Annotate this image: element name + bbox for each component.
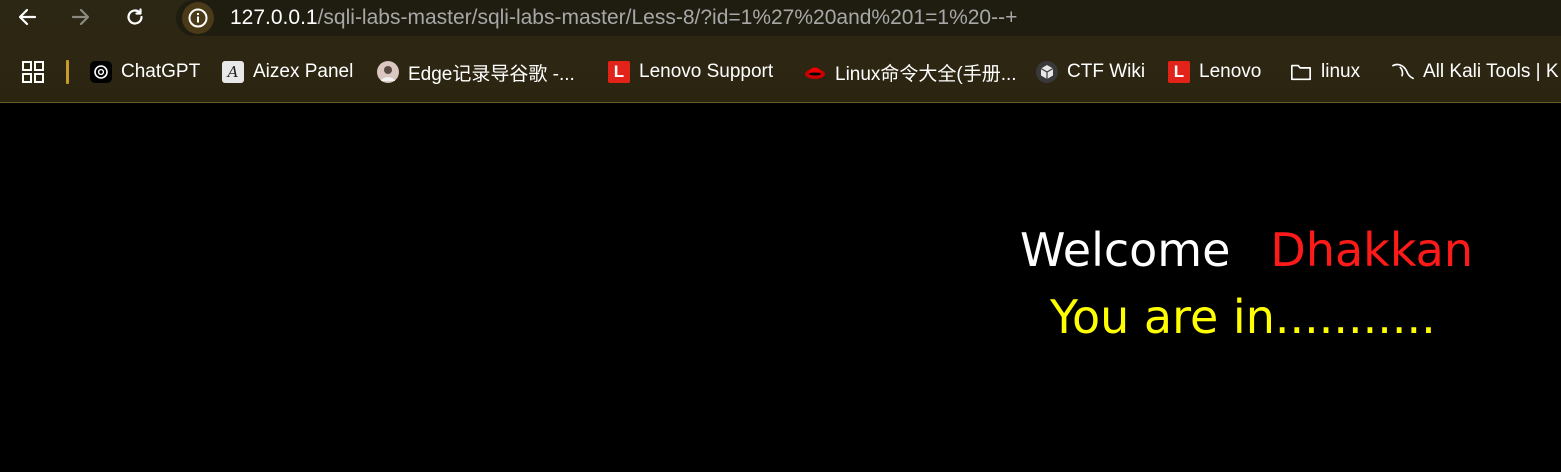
status-message: You are in........... (1050, 290, 1436, 344)
bookmark-label: linux (1321, 61, 1361, 82)
welcome-line: Welcome Dhakkan (1020, 222, 1473, 278)
page-content: Welcome Dhakkan You are in........... (0, 104, 1561, 472)
reload-button[interactable] (122, 4, 148, 30)
bookmark-lenovo[interactable]: L Lenovo (1168, 58, 1261, 86)
aizex-logo-icon: A (222, 61, 244, 83)
info-circle-icon (188, 8, 208, 28)
url-host: 127.0.0.1 (230, 6, 318, 29)
bookmark-label: ChatGPT (121, 61, 201, 82)
bookmark-aizex-panel[interactable]: A Aizex Panel (222, 58, 353, 86)
back-button[interactable] (14, 4, 40, 30)
bookmarks-bar: ChatGPT A Aizex Panel Edge记录导谷歌 -... L L… (0, 52, 1561, 92)
bookmark-label: All Kali Tools | K (1423, 61, 1559, 82)
site-info-button[interactable] (182, 2, 214, 34)
reload-icon (127, 8, 143, 25)
user-name-text: Dhakkan (1270, 223, 1473, 277)
chatgpt-logo-icon (90, 61, 112, 83)
welcome-text: Welcome (1020, 223, 1231, 277)
bookmark-label: Lenovo (1199, 61, 1262, 82)
browser-chrome: 127.0.0.1/sqli-labs-master/sqli-labs-mas… (0, 0, 1561, 103)
apps-grid-icon[interactable] (21, 60, 45, 84)
bookmark-lenovo-support[interactable]: L Lenovo Support (608, 58, 773, 86)
folder-icon (1290, 61, 1312, 83)
arrow-left-icon (18, 8, 37, 26)
bookmarks-separator (66, 60, 69, 84)
bookmark-linux-commands[interactable]: Linux命令大全(手册... (804, 58, 1017, 86)
kali-logo-icon (1392, 61, 1414, 83)
bookmark-label: Linux命令大全(手册... (835, 63, 1017, 85)
bookmark-edge-record[interactable]: Edge记录导谷歌 -... (377, 58, 575, 86)
lenovo-logo-icon: L (1168, 61, 1190, 83)
bookmark-label: Aizex Panel (253, 61, 354, 82)
avatar-icon (377, 61, 399, 83)
bookmark-ctf-wiki[interactable]: CTF Wiki (1036, 58, 1145, 86)
address-bar[interactable]: 127.0.0.1/sqli-labs-master/sqli-labs-mas… (176, 0, 1561, 36)
bookmark-label: Lenovo Support (639, 61, 774, 82)
url-text[interactable]: 127.0.0.1/sqli-labs-master/sqli-labs-mas… (230, 5, 1017, 31)
ctf-wiki-logo-icon (1036, 61, 1058, 83)
redhat-logo-icon (804, 61, 826, 83)
bookmark-kali-tools[interactable]: All Kali Tools | K (1392, 58, 1559, 86)
forward-button[interactable] (68, 4, 94, 30)
bookmark-chatgpt[interactable]: ChatGPT (90, 58, 200, 86)
arrow-right-icon (71, 8, 90, 26)
url-path: /sqli-labs-master/sqli-labs-master/Less-… (317, 6, 1018, 29)
bookmark-label: CTF Wiki (1067, 61, 1146, 82)
bookmark-folder-linux[interactable]: linux (1290, 58, 1360, 86)
lenovo-logo-icon: L (608, 61, 630, 83)
bookmark-label: Edge记录导谷歌 -... (408, 63, 575, 85)
